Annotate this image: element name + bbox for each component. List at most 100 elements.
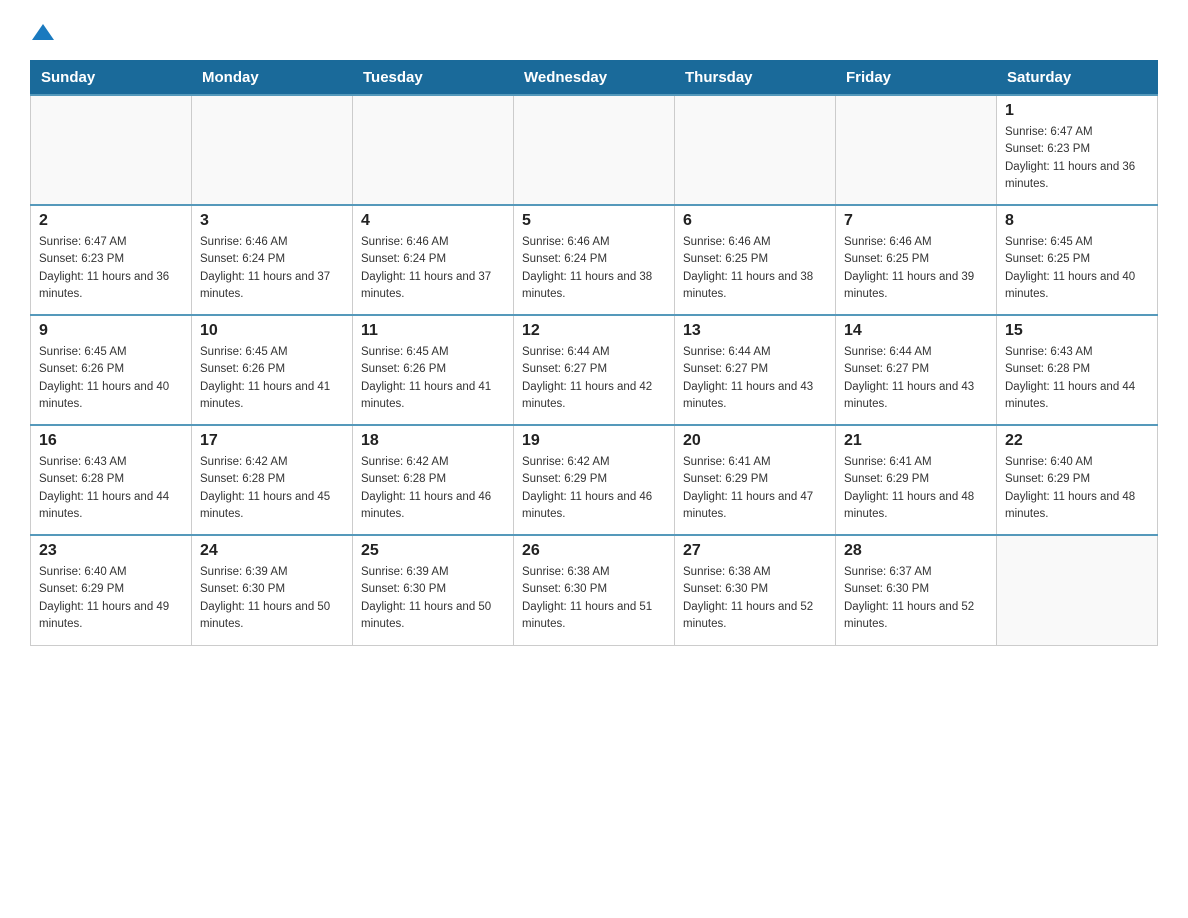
week-row-1: 1 Sunrise: 6:47 AMSunset: 6:23 PMDaylight… [31, 95, 1158, 205]
day-info: Sunrise: 6:45 AMSunset: 6:25 PMDaylight:… [1005, 234, 1149, 303]
day-number: 23 [39, 542, 183, 560]
calendar-cell: 2 Sunrise: 6:47 AMSunset: 6:23 PMDaylight… [31, 205, 192, 315]
calendar-cell: 19 Sunrise: 6:42 AMSunset: 6:29 PMDayligh… [514, 425, 675, 535]
day-number: 18 [361, 432, 505, 450]
day-number: 16 [39, 432, 183, 450]
day-number: 25 [361, 542, 505, 560]
header-sunday: Sunday [31, 61, 192, 96]
page-header [30, 20, 1158, 42]
day-number: 28 [844, 542, 988, 560]
calendar-cell [353, 95, 514, 205]
calendar-cell: 9 Sunrise: 6:45 AMSunset: 6:26 PMDaylight… [31, 315, 192, 425]
week-row-5: 23 Sunrise: 6:40 AMSunset: 6:29 PMDayligh… [31, 535, 1158, 645]
day-info: Sunrise: 6:45 AMSunset: 6:26 PMDaylight:… [200, 344, 344, 413]
day-number: 10 [200, 322, 344, 340]
calendar-cell: 24 Sunrise: 6:39 AMSunset: 6:30 PMDayligh… [192, 535, 353, 645]
day-info: Sunrise: 6:44 AMSunset: 6:27 PMDaylight:… [522, 344, 666, 413]
day-number: 14 [844, 322, 988, 340]
day-number: 3 [200, 212, 344, 230]
day-info: Sunrise: 6:42 AMSunset: 6:28 PMDaylight:… [200, 454, 344, 523]
calendar-cell: 28 Sunrise: 6:37 AMSunset: 6:30 PMDayligh… [836, 535, 997, 645]
day-info: Sunrise: 6:44 AMSunset: 6:27 PMDaylight:… [844, 344, 988, 413]
day-number: 27 [683, 542, 827, 560]
calendar-cell: 7 Sunrise: 6:46 AMSunset: 6:25 PMDaylight… [836, 205, 997, 315]
week-row-3: 9 Sunrise: 6:45 AMSunset: 6:26 PMDaylight… [31, 315, 1158, 425]
day-info: Sunrise: 6:43 AMSunset: 6:28 PMDaylight:… [1005, 344, 1149, 413]
day-info: Sunrise: 6:39 AMSunset: 6:30 PMDaylight:… [200, 564, 344, 633]
calendar-cell: 25Sunrise: 6:39 AMSunset: 6:30 PMDayligh… [353, 535, 514, 645]
day-number: 24 [200, 542, 344, 560]
day-info: Sunrise: 6:37 AMSunset: 6:30 PMDaylight:… [844, 564, 988, 633]
calendar-cell: 27 Sunrise: 6:38 AMSunset: 6:30 PMDayligh… [675, 535, 836, 645]
calendar-cell: 15 Sunrise: 6:43 AMSunset: 6:28 PMDayligh… [997, 315, 1158, 425]
week-row-4: 16 Sunrise: 6:43 AMSunset: 6:28 PMDayligh… [31, 425, 1158, 535]
day-number: 5 [522, 212, 666, 230]
calendar-cell: 21 Sunrise: 6:41 AMSunset: 6:29 PMDayligh… [836, 425, 997, 535]
day-info: Sunrise: 6:38 AMSunset: 6:30 PMDaylight:… [522, 564, 666, 633]
day-number: 7 [844, 212, 988, 230]
day-number: 26 [522, 542, 666, 560]
day-info: Sunrise: 6:44 AMSunset: 6:27 PMDaylight:… [683, 344, 827, 413]
calendar-cell [514, 95, 675, 205]
calendar-cell: 13 Sunrise: 6:44 AMSunset: 6:27 PMDayligh… [675, 315, 836, 425]
day-info: Sunrise: 6:38 AMSunset: 6:30 PMDaylight:… [683, 564, 827, 633]
day-number: 17 [200, 432, 344, 450]
calendar-cell: 16 Sunrise: 6:43 AMSunset: 6:28 PMDayligh… [31, 425, 192, 535]
calendar-cell: 23 Sunrise: 6:40 AMSunset: 6:29 PMDayligh… [31, 535, 192, 645]
header-monday: Monday [192, 61, 353, 96]
day-number: 13 [683, 322, 827, 340]
calendar-cell: 4Sunrise: 6:46 AMSunset: 6:24 PMDaylight… [353, 205, 514, 315]
header-saturday: Saturday [997, 61, 1158, 96]
header-wednesday: Wednesday [514, 61, 675, 96]
day-info: Sunrise: 6:42 AMSunset: 6:29 PMDaylight:… [522, 454, 666, 523]
day-number: 8 [1005, 212, 1149, 230]
calendar-cell [675, 95, 836, 205]
day-number: 1 [1005, 102, 1149, 120]
calendar-cell [31, 95, 192, 205]
calendar-cell [836, 95, 997, 205]
day-info: Sunrise: 6:45 AMSunset: 6:26 PMDaylight:… [361, 344, 505, 413]
day-number: 11 [361, 322, 505, 340]
calendar-cell: 5 Sunrise: 6:46 AMSunset: 6:24 PMDaylight… [514, 205, 675, 315]
calendar-cell: 22 Sunrise: 6:40 AMSunset: 6:29 PMDayligh… [997, 425, 1158, 535]
calendar-cell: 6Sunrise: 6:46 AMSunset: 6:25 PMDaylight… [675, 205, 836, 315]
day-number: 6 [683, 212, 827, 230]
day-info: Sunrise: 6:46 AMSunset: 6:24 PMDaylight:… [522, 234, 666, 303]
day-number: 20 [683, 432, 827, 450]
day-info: Sunrise: 6:42 AMSunset: 6:28 PMDaylight:… [361, 454, 505, 523]
day-number: 15 [1005, 322, 1149, 340]
header-friday: Friday [836, 61, 997, 96]
calendar-cell: 12 Sunrise: 6:44 AMSunset: 6:27 PMDayligh… [514, 315, 675, 425]
day-number: 2 [39, 212, 183, 230]
day-info: Sunrise: 6:45 AMSunset: 6:26 PMDaylight:… [39, 344, 183, 413]
calendar-cell: 8 Sunrise: 6:45 AMSunset: 6:25 PMDaylight… [997, 205, 1158, 315]
calendar-cell [997, 535, 1158, 645]
logo-triangle-icon [32, 22, 54, 42]
calendar-table: Sunday Monday Tuesday Wednesday Thursday… [30, 60, 1158, 646]
calendar-cell: 20Sunrise: 6:41 AMSunset: 6:29 PMDayligh… [675, 425, 836, 535]
day-number: 19 [522, 432, 666, 450]
weekday-header-row: Sunday Monday Tuesday Wednesday Thursday… [31, 61, 1158, 96]
day-info: Sunrise: 6:41 AMSunset: 6:29 PMDaylight:… [844, 454, 988, 523]
calendar-cell: 11 Sunrise: 6:45 AMSunset: 6:26 PMDayligh… [353, 315, 514, 425]
day-number: 4 [361, 212, 505, 230]
day-info: Sunrise: 6:40 AMSunset: 6:29 PMDaylight:… [1005, 454, 1149, 523]
day-number: 22 [1005, 432, 1149, 450]
calendar-cell [192, 95, 353, 205]
day-info: Sunrise: 6:47 AMSunset: 6:23 PMDaylight:… [39, 234, 183, 303]
day-info: Sunrise: 6:46 AMSunset: 6:25 PMDaylight:… [844, 234, 988, 303]
calendar-cell: 1 Sunrise: 6:47 AMSunset: 6:23 PMDaylight… [997, 95, 1158, 205]
header-thursday: Thursday [675, 61, 836, 96]
day-info: Sunrise: 6:46 AMSunset: 6:24 PMDaylight:… [200, 234, 344, 303]
day-number: 9 [39, 322, 183, 340]
day-info: Sunrise: 6:47 AMSunset: 6:23 PMDaylight:… [1005, 124, 1149, 193]
calendar-cell: 26 Sunrise: 6:38 AMSunset: 6:30 PMDayligh… [514, 535, 675, 645]
day-info: Sunrise: 6:43 AMSunset: 6:28 PMDaylight:… [39, 454, 183, 523]
calendar-cell: 18 Sunrise: 6:42 AMSunset: 6:28 PMDayligh… [353, 425, 514, 535]
calendar-cell: 3 Sunrise: 6:46 AMSunset: 6:24 PMDaylight… [192, 205, 353, 315]
day-number: 12 [522, 322, 666, 340]
calendar-cell: 14 Sunrise: 6:44 AMSunset: 6:27 PMDayligh… [836, 315, 997, 425]
calendar-cell: 17 Sunrise: 6:42 AMSunset: 6:28 PMDayligh… [192, 425, 353, 535]
day-info: Sunrise: 6:40 AMSunset: 6:29 PMDaylight:… [39, 564, 183, 633]
day-number: 21 [844, 432, 988, 450]
